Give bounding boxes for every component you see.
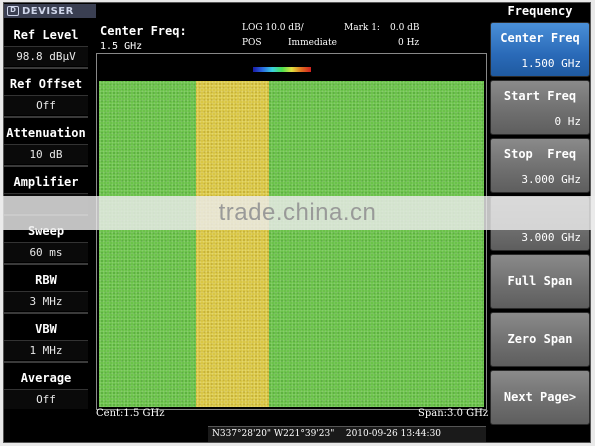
divider: [4, 67, 88, 69]
softkey-full-span[interactable]: Full Span: [490, 254, 590, 309]
param-value: 98.8 dBµV: [4, 46, 88, 66]
divider: [4, 312, 88, 314]
softkey-zero-span[interactable]: Zero Span: [490, 312, 590, 367]
softkey-stop-freq[interactable]: Stop Freq 3.000 GHz: [490, 138, 590, 193]
date-time: 2010-09-26 13:44:30: [345, 429, 442, 439]
softkey-center-freq[interactable]: Center Freq 1.500 GHz: [490, 22, 590, 77]
brand-logo: D DEVISER: [4, 4, 96, 18]
marker-level: 0.0 dB: [390, 23, 420, 33]
param-rbw[interactable]: RBW 3 MHz: [4, 267, 88, 314]
param-label: Average: [4, 369, 88, 387]
center-footer: Cent:1.5 GHz: [96, 408, 165, 419]
noise-texture: [99, 81, 484, 407]
softkey-value: 1.500 GHz: [521, 57, 581, 70]
param-label: Ref Level: [4, 26, 88, 44]
param-value: 10 dB: [4, 144, 88, 164]
softkey-value: 3.000 GHz: [521, 173, 581, 186]
param-value: 60 ms: [4, 242, 88, 262]
color-scale-bar: [253, 67, 311, 72]
softkey-label: Start Freq: [503, 89, 577, 103]
center-freq-label: Center Freq:: [100, 24, 187, 38]
watermark-text: trade.china.cn: [218, 199, 377, 226]
param-attenuation[interactable]: Attenuation 10 dB: [4, 120, 88, 167]
param-label: RBW: [4, 271, 88, 289]
center-freq-value: 1.5 GHz: [100, 41, 143, 52]
gps-location: N337°28'20" W221°39'23": [212, 429, 335, 439]
softkey-label: Stop Freq: [503, 147, 577, 161]
deviser-logo-icon: D: [7, 6, 19, 16]
param-label: Amplifier: [4, 173, 88, 191]
brand-name: DEVISER: [22, 5, 74, 17]
softkey-label: Full Span: [507, 274, 573, 288]
marker-label: Mark 1:: [344, 23, 380, 33]
param-label: VBW: [4, 320, 88, 338]
param-ref-level[interactable]: Ref Level 98.8 dBµV: [4, 22, 88, 69]
param-label: Ref Offset: [4, 75, 88, 93]
softkey-label: Center Freq: [500, 31, 580, 45]
plot-header-area: [97, 54, 486, 80]
softkey-label: Zero Span: [507, 332, 573, 346]
param-value: Off: [4, 95, 88, 115]
param-value: Off: [4, 389, 88, 409]
signal-band: [196, 81, 269, 407]
softkey-next-page[interactable]: Next Page>: [490, 370, 590, 425]
divider: [4, 263, 88, 265]
param-label: Attenuation: [4, 124, 88, 142]
param-average[interactable]: Average Off: [4, 365, 88, 412]
divider: [4, 116, 88, 118]
param-vbw[interactable]: VBW 1 MHz: [4, 316, 88, 363]
spectrogram-display: [99, 81, 484, 407]
scale-readout: LOG 10.0 dB/: [242, 23, 304, 33]
menu-title: Frequency: [507, 4, 573, 18]
param-value: 3 MHz: [4, 291, 88, 311]
softkey-start-freq[interactable]: Start Freq 0 Hz: [490, 80, 590, 135]
status-bar: N337°28'20" W221°39'23" 2010-09-26 13:44…: [208, 426, 486, 442]
param-ref-offset[interactable]: Ref Offset Off: [4, 71, 88, 118]
param-value: 1 MHz: [4, 340, 88, 360]
spectrum-plot[interactable]: [96, 53, 487, 410]
softkey-label: Next Page>: [503, 390, 577, 404]
divider: [4, 361, 88, 363]
softkey-value: 3.000 GHz: [521, 231, 581, 244]
span-footer: Span:3.0 GHz: [418, 408, 489, 419]
detector-readout: POS: [242, 38, 262, 48]
trigger-readout: Immediate: [288, 38, 337, 48]
marker-freq: 0 Hz: [398, 38, 420, 48]
divider: [4, 165, 88, 167]
softkey-value: 0 Hz: [554, 115, 582, 128]
